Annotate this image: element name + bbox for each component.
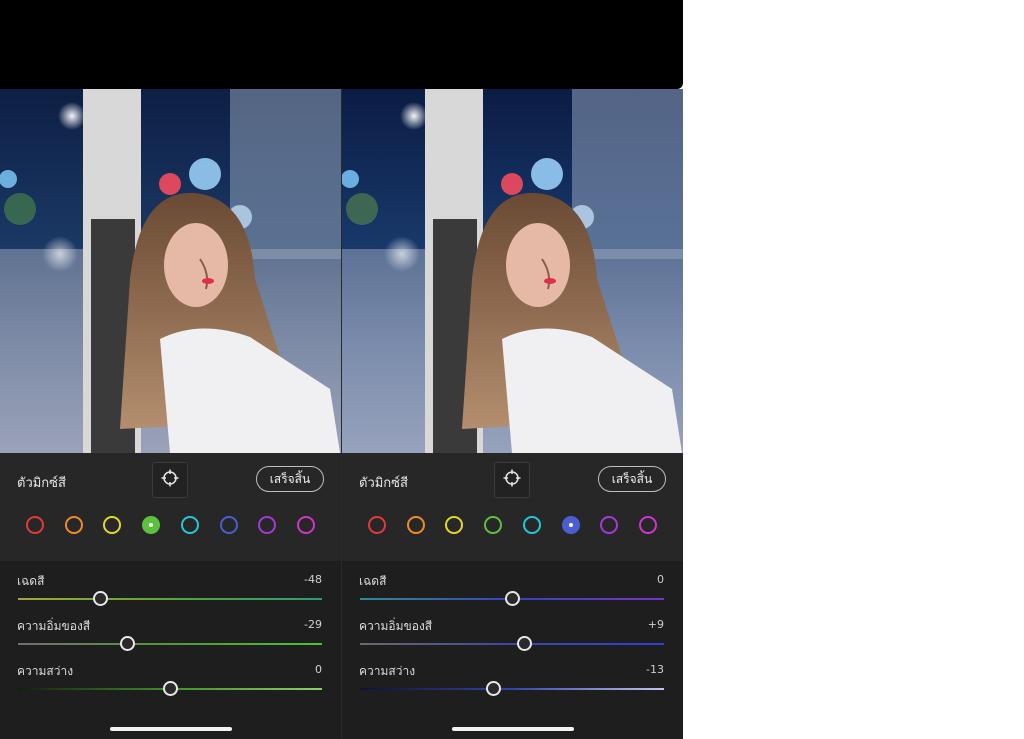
crosshair-icon — [161, 469, 179, 491]
swatch-aqua[interactable] — [522, 516, 541, 534]
saturation-label: ความอิ่มของสี — [17, 619, 91, 633]
color-mixer-title: ตัวมิกซ์สี — [359, 476, 408, 491]
swatch-red[interactable] — [26, 516, 44, 534]
home-indicator[interactable] — [110, 727, 232, 731]
slider-panel: เฉดสี -48 ความอิ่มของสี -29 ความสว่าง 0 — [0, 561, 341, 739]
swatch-purple[interactable] — [600, 516, 619, 534]
swatch-green[interactable] — [484, 516, 503, 534]
photo-preview — [0, 89, 341, 453]
saturation-slider-thumb[interactable] — [516, 636, 532, 651]
hue-slider-track[interactable] — [18, 598, 322, 600]
hue-value: 0 — [657, 573, 664, 586]
swatch-purple[interactable] — [258, 516, 277, 534]
hue-label: เฉดสี — [17, 574, 45, 588]
color-swatches — [0, 513, 341, 537]
targeted-adjustment-button[interactable] — [152, 462, 188, 498]
swatch-red[interactable] — [368, 516, 386, 534]
luminance-label: ความสว่าง — [17, 664, 74, 678]
crosshair-icon — [503, 469, 521, 491]
swatch-blue[interactable] — [219, 516, 238, 534]
luminance-slider-thumb[interactable] — [486, 681, 502, 696]
color-mixer-toolbar: ตัวมิกซ์สี เสร็จสิ้น — [342, 453, 683, 561]
hue-label: เฉดสี — [359, 574, 387, 588]
targeted-adjustment-button[interactable] — [494, 462, 530, 498]
hue-slider-thumb[interactable] — [92, 591, 108, 606]
phone-screen-right: ตัวมิกซ์สี เสร็จสิ้น เฉดสี 0 ความอิ่มของ… — [342, 89, 683, 739]
phone-screen-left: ตัวมิกซ์สี เสร็จสิ้น เฉดสี -48 ความอิ่มข… — [0, 89, 341, 739]
swatch-orange[interactable] — [64, 516, 83, 534]
home-indicator[interactable] — [452, 727, 574, 731]
photo-preview — [342, 89, 683, 453]
luminance-value: 0 — [315, 663, 322, 676]
luminance-value: -13 — [646, 663, 664, 676]
color-swatches — [342, 513, 683, 537]
swatch-aqua[interactable] — [180, 516, 199, 534]
saturation-label: ความอิ่มของสี — [359, 619, 433, 633]
swatch-yellow[interactable] — [445, 516, 464, 534]
luminance-slider-thumb[interactable] — [162, 681, 178, 696]
luminance-label: ความสว่าง — [359, 664, 416, 678]
swatch-magenta[interactable] — [296, 516, 315, 534]
color-mixer-title: ตัวมิกซ์สี — [17, 476, 66, 491]
swatch-green[interactable] — [142, 516, 161, 534]
done-button[interactable]: เสร็จสิ้น — [598, 466, 666, 492]
saturation-slider-thumb[interactable] — [119, 636, 135, 651]
saturation-slider-track[interactable] — [18, 643, 322, 645]
slider-panel: เฉดสี 0 ความอิ่มของสี +9 ความสว่าง -13 — [342, 561, 683, 739]
swatch-blue[interactable] — [561, 516, 580, 534]
saturation-value: -29 — [304, 618, 322, 631]
saturation-slider-track[interactable] — [360, 643, 664, 645]
swatch-orange[interactable] — [406, 516, 425, 534]
color-mixer-toolbar: ตัวมิกซ์สี เสร็จสิ้น — [0, 453, 341, 561]
luminance-slider-track[interactable] — [360, 688, 664, 690]
swatch-yellow[interactable] — [103, 516, 122, 534]
top-black-bar — [0, 0, 683, 89]
saturation-value: +9 — [647, 618, 664, 631]
done-button[interactable]: เสร็จสิ้น — [256, 466, 324, 492]
hue-value: -48 — [304, 573, 322, 586]
hue-slider-thumb[interactable] — [504, 591, 520, 606]
swatch-magenta[interactable] — [638, 516, 657, 534]
